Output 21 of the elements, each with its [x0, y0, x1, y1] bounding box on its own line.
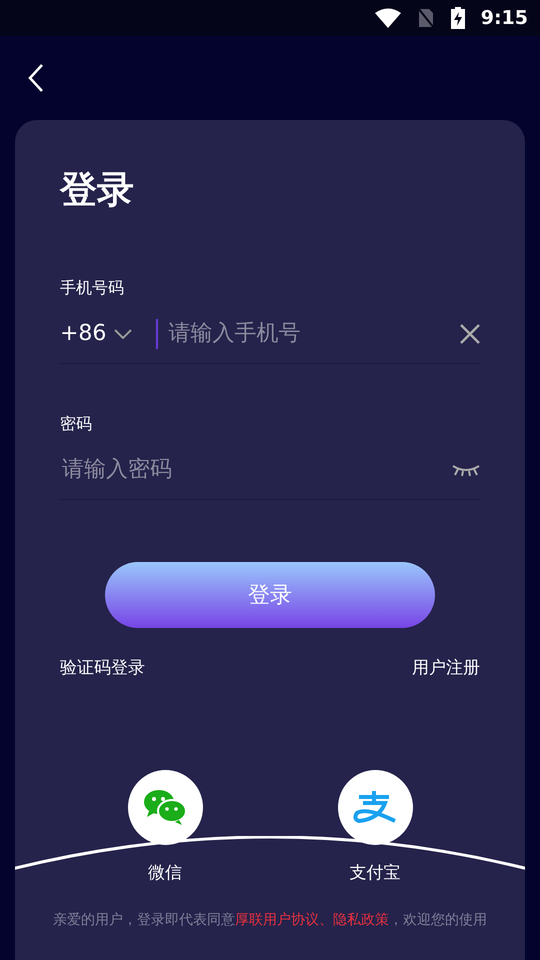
- phone-input[interactable]: 请输入手机号: [166, 316, 452, 352]
- social-label: 支付宝: [350, 862, 400, 885]
- field-label: 手机号码: [60, 277, 125, 300]
- password-input[interactable]: 请输入密码: [60, 452, 444, 488]
- page-title: 登录: [60, 168, 135, 212]
- chat-bubbles-icon: [143, 789, 187, 826]
- sms-login-link[interactable]: 验证码登录: [60, 656, 145, 682]
- back-icon[interactable]: [28, 64, 44, 92]
- wifi-icon: [374, 8, 401, 28]
- agreement-text: 亲爱的用户，登录即代表同意厚联用户协议、隐私政策，欢迎您的使用: [52, 911, 488, 930]
- register-link[interactable]: 用户注册: [412, 656, 480, 682]
- clear-icon[interactable]: [460, 324, 480, 344]
- status-time: 9:15: [480, 6, 528, 31]
- social-label: 微信: [148, 862, 182, 885]
- country-code[interactable]: +86: [60, 317, 106, 350]
- field-label: 密码: [60, 413, 93, 436]
- chevron-down-icon[interactable]: [114, 328, 132, 339]
- eye-closed-icon[interactable]: [452, 464, 480, 476]
- battery-charging-icon: [450, 7, 465, 29]
- no-sim-icon: [416, 7, 435, 29]
- pay-logo-icon: [353, 789, 397, 826]
